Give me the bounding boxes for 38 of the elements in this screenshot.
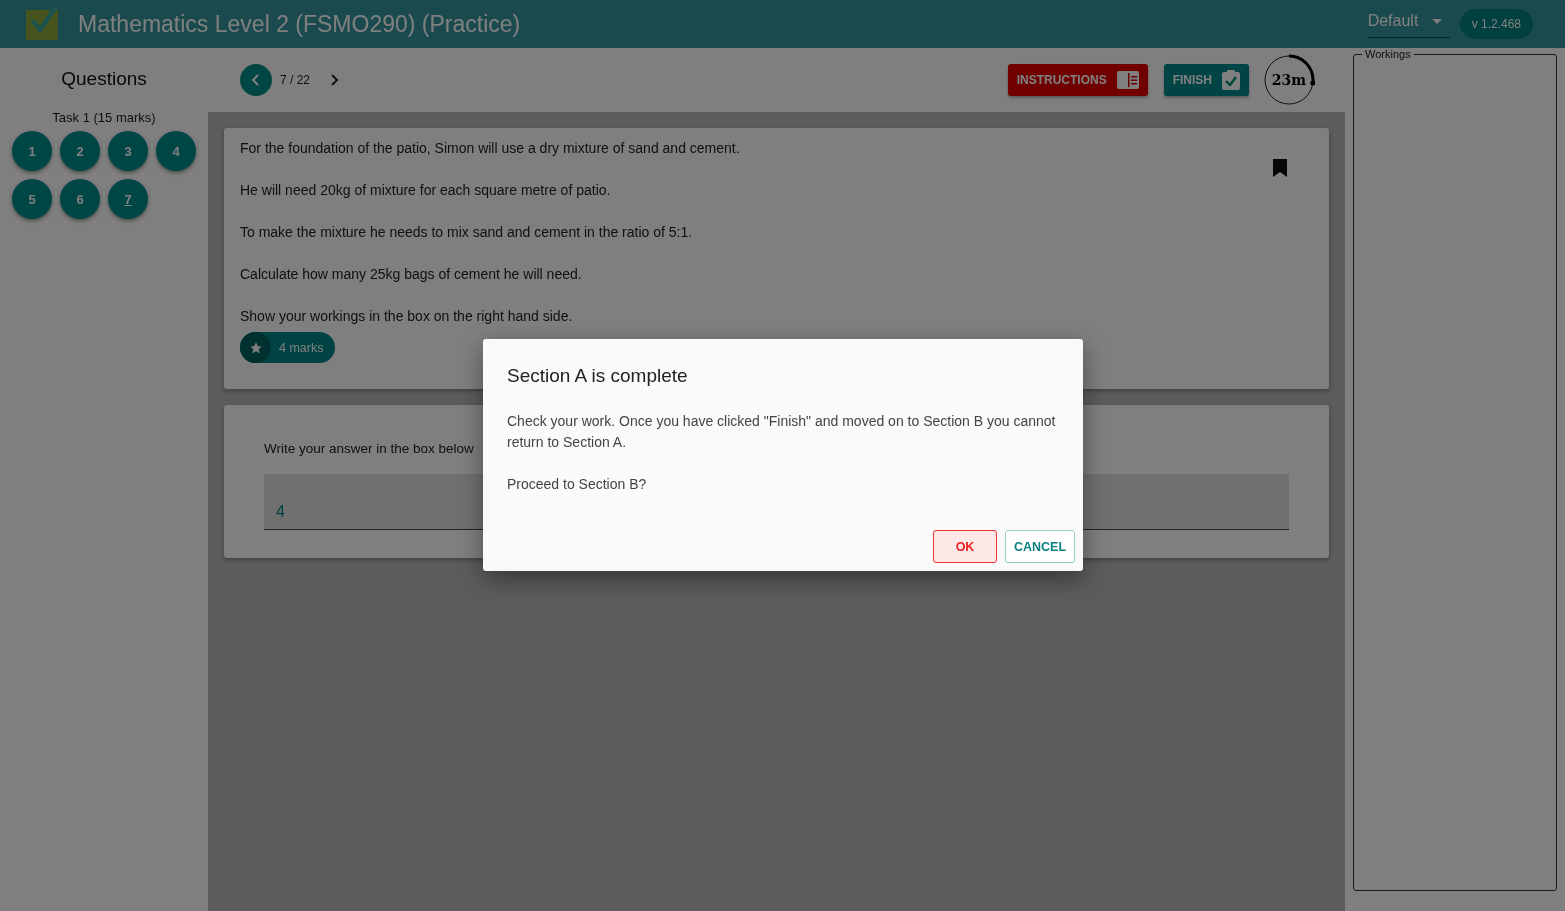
- dialog-question: Proceed to Section B?: [507, 475, 648, 494]
- question-text: He will need 20kg of mixture for each square metre of patio.: [240, 182, 612, 198]
- logo-icon: [26, 8, 60, 40]
- question-number-button[interactable]: 3: [108, 131, 148, 171]
- answer-prompt: Write your answer in the box below: [264, 441, 474, 456]
- chevron-right-icon: [328, 74, 341, 86]
- ok-button[interactable]: OK: [933, 530, 997, 563]
- bookmark-icon[interactable]: [1273, 159, 1287, 177]
- instructions-button[interactable]: INSTRUCTIONS: [1007, 64, 1148, 96]
- workings-label: Workings: [1364, 48, 1412, 60]
- dialog-message: Check your work. Once you have clicked "Finish" and moved on to Section B you cannot return to Section A.: [507, 412, 1057, 452]
- theme-select[interactable]: Default: [1367, 10, 1450, 38]
- question-number-button[interactable]: 4: [156, 131, 196, 171]
- question-text: For the foundation of the patio, Simon will use a dry mixture of sand and cement.: [240, 140, 741, 156]
- question-number-button[interactable]: 7: [108, 179, 148, 219]
- dialog-title: Section A is complete: [507, 365, 689, 387]
- finish-button[interactable]: FINISH: [1163, 64, 1249, 96]
- question-text: To make the mixture he needs to mix sand and cement in the ratio of 5:1.: [240, 224, 694, 240]
- app-title: Mathematics Level 2 (FSMO290) (Practice): [78, 10, 521, 38]
- chevron-left-icon: [250, 74, 262, 86]
- question-number-button[interactable]: 5: [12, 179, 52, 219]
- task-label: Task 1 (15 marks): [52, 110, 156, 125]
- clipboard-check-icon: [1222, 70, 1240, 90]
- cancel-button[interactable]: CANCEL: [1005, 530, 1075, 563]
- version-badge: v 1.2.468: [1459, 9, 1533, 39]
- question-number-button[interactable]: 1: [12, 131, 52, 171]
- question-text: Show your workings in the box on the right hand side.: [240, 308, 574, 324]
- previous-button[interactable]: [240, 64, 272, 96]
- sidebar-title: Questions: [61, 68, 147, 90]
- marks-chip: 4 marks: [240, 332, 336, 363]
- question-position: 7 / 22: [280, 73, 311, 87]
- workings-box[interactable]: Workings: [1353, 48, 1557, 891]
- book-icon: [1116, 71, 1139, 89]
- question-number-button[interactable]: 2: [60, 131, 100, 171]
- caret-icon: [1432, 18, 1443, 24]
- question-number-button[interactable]: 6: [60, 179, 100, 219]
- timer-ring: 23m: [1263, 54, 1315, 106]
- question-text: Calculate how many 25kg bags of cement he will need.: [240, 266, 583, 282]
